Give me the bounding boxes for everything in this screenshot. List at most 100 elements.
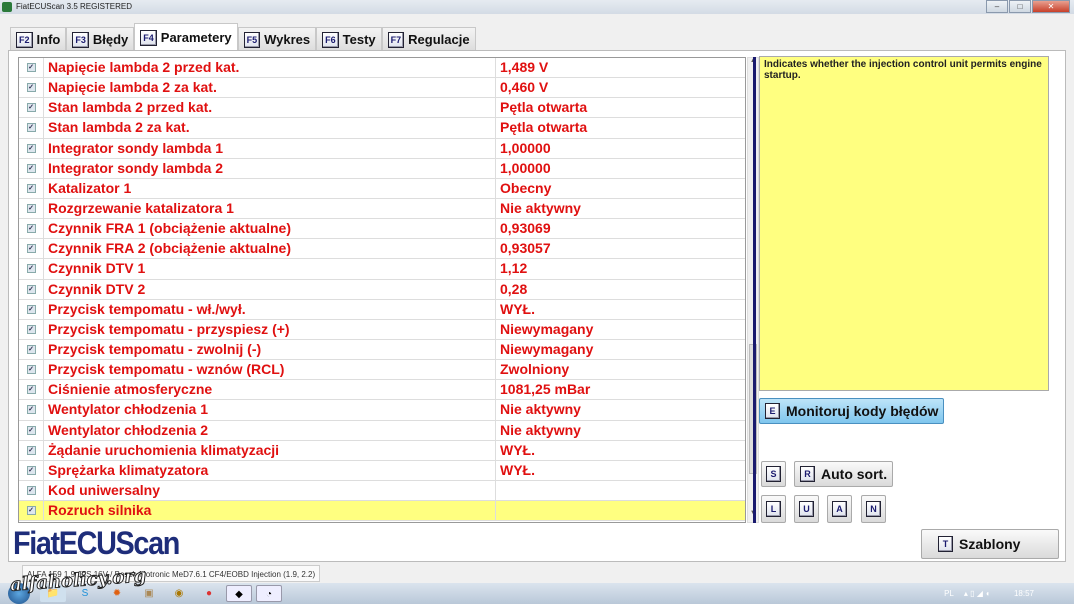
main-panel: ✓ Napięcie lambda 2 przed kat. 1,489 V ✓ Nap… <box>8 50 1066 562</box>
minimize-button[interactable]: – <box>986 0 1008 13</box>
table-row[interactable]: ✓ Przycisk tempomatu - wł./wył. WYŁ. <box>19 299 745 320</box>
table-row[interactable]: ✓ Stan lambda 2 przed kat. Pętla otwarta <box>19 98 745 119</box>
parameter-value: Niewymagany <box>500 340 594 357</box>
table-row[interactable]: ✓ Żądanie uruchomienia klimatyzacji WYŁ. <box>19 440 745 461</box>
parameter-table: ✓ Napięcie lambda 2 przed kat. 1,489 V ✓ Nap… <box>18 57 746 523</box>
monitor-error-codes-button[interactable]: E Monitoruj kody błędów <box>759 398 945 424</box>
table-row[interactable]: ✓ Stan lambda 2 za kat. Pętla otwarta <box>19 118 745 139</box>
tab-testy[interactable]: F6 Testy <box>316 27 382 51</box>
table-row[interactable]: ✓ Wentylator chłodzenia 2 Nie aktywny <box>19 420 745 441</box>
tab-parametery[interactable]: F4 Parametery <box>134 23 238 51</box>
parameter-name: Napięcie lambda 2 przed kat. <box>44 58 496 78</box>
row-checkbox[interactable]: ✓ <box>19 460 44 480</box>
table-row[interactable]: ✓ Przycisk tempomatu - zwolnij (-) Niewyma… <box>19 339 745 361</box>
row-checkbox[interactable]: ✓ <box>19 400 44 420</box>
table-row[interactable]: ✓ Czynnik FRA 1 (obciążenie aktualne) 0,93… <box>19 219 745 240</box>
chart-app-icon[interactable]: ◔ <box>256 585 282 602</box>
row-checkbox[interactable]: ✓ <box>19 98 44 118</box>
row-checkbox[interactable]: ✓ <box>19 299 44 319</box>
a-button[interactable]: A <box>827 495 852 523</box>
key-hint: F5 <box>243 31 261 48</box>
row-checkbox[interactable]: ✓ <box>19 339 44 360</box>
language-indicator[interactable]: PL <box>944 583 954 604</box>
check-icon: ✓ <box>26 304 36 314</box>
table-row[interactable]: ✓ Sprężarka klimatyzatora WYŁ. <box>19 460 745 481</box>
row-checkbox[interactable]: ✓ <box>19 198 44 219</box>
parameter-value: Niewymagany <box>500 320 594 337</box>
parameter-value: WYŁ. <box>500 300 535 317</box>
key-hint: F2 <box>16 31 33 48</box>
row-checkbox[interactable]: ✓ <box>19 219 44 239</box>
parameter-name: Ciśnienie atmosferyczne <box>44 380 496 400</box>
parameter-name: Wentylator chłodzenia 2 <box>44 420 496 440</box>
maximize-button[interactable]: □ <box>1009 0 1031 13</box>
tab-info[interactable]: F2 Info <box>10 27 67 51</box>
row-checkbox[interactable]: ✓ <box>19 158 44 178</box>
s-button[interactable]: S <box>761 461 786 487</box>
table-row[interactable]: ✓ Rozgrzewanie katalizatora 1 Nie aktywny <box>19 198 745 220</box>
check-icon: ✓ <box>26 83 36 93</box>
parameter-name: Rozruch silnika <box>44 501 496 521</box>
table-row[interactable]: ✓ Rozruch silnika <box>19 501 745 522</box>
tab-wykres[interactable]: F5 Wykres <box>237 27 317 51</box>
button-label: Szablony <box>959 536 1021 552</box>
templates-button[interactable]: T Szablony <box>921 529 1059 559</box>
row-checkbox[interactable]: ✓ <box>19 420 44 440</box>
check-icon: ✓ <box>26 284 36 294</box>
table-row[interactable]: ✓ Ciśnienie atmosferyczne 1081,25 mBar <box>19 380 745 401</box>
table-row[interactable]: ✓ Napięcie lambda 2 za kat. 0,460 V <box>19 78 745 99</box>
row-checkbox[interactable]: ✓ <box>19 118 44 138</box>
parameter-name: Czynnik DTV 1 <box>44 259 496 279</box>
splitter[interactable] <box>753 57 756 523</box>
table-row[interactable]: ✓ Przycisk tempomatu - przyspiesz (+) Niew… <box>19 319 745 340</box>
clock[interactable]: 18:57 <box>1014 583 1034 604</box>
app-icon[interactable]: ▣ <box>136 585 162 602</box>
row-checkbox[interactable]: ✓ <box>19 319 44 339</box>
media-icon[interactable]: ◉ <box>166 585 192 602</box>
table-row[interactable]: ✓ Integrator sondy lambda 2 1,00000 <box>19 158 745 179</box>
n-button[interactable]: N <box>861 495 886 523</box>
tab-błędy[interactable]: F3 Błędy <box>66 27 135 51</box>
table-row[interactable]: ✓ Czynnik DTV 2 0,28 <box>19 279 745 300</box>
row-checkbox[interactable]: ✓ <box>19 360 44 380</box>
row-checkbox[interactable]: ✓ <box>19 380 44 400</box>
row-checkbox[interactable]: ✓ <box>19 178 44 198</box>
row-checkbox[interactable]: ✓ <box>19 440 44 460</box>
check-icon: ✓ <box>26 123 36 133</box>
close-button[interactable]: ✕ <box>1032 0 1070 13</box>
table-row[interactable]: ✓ Przycisk tempomatu - wznów (RCL) Zwolnio… <box>19 360 745 381</box>
row-checkbox[interactable]: ✓ <box>19 239 44 259</box>
row-checkbox[interactable]: ✓ <box>19 279 44 299</box>
key-hint: L <box>766 501 781 517</box>
table-row[interactable]: ✓ Kod uniwersalny <box>19 480 745 502</box>
chrome-icon[interactable]: ● <box>196 585 222 602</box>
app-icon <box>2 2 12 12</box>
row-checkbox[interactable]: ✓ <box>19 138 44 158</box>
window-title: FiatECUScan 3.5 REGISTERED <box>16 2 133 11</box>
parameter-value <box>496 481 745 500</box>
row-checkbox[interactable]: ✓ <box>19 58 44 78</box>
key-hint: T <box>938 536 953 552</box>
check-icon: ✓ <box>26 425 36 435</box>
parameter-value: Pętla otwarta <box>500 99 588 116</box>
u-button[interactable]: U <box>794 495 819 523</box>
table-row[interactable]: ✓ Napięcie lambda 2 przed kat. 1,489 V <box>19 58 745 79</box>
button-label: Auto sort. <box>821 466 888 482</box>
table-row[interactable]: ✓ Integrator sondy lambda 1 1,00000 <box>19 138 745 159</box>
row-checkbox[interactable]: ✓ <box>19 78 44 98</box>
tray-icons[interactable]: ▴ ▯ ◢ ◖ <box>964 583 990 604</box>
check-icon: ✓ <box>26 224 36 234</box>
l-button[interactable]: L <box>761 495 786 523</box>
tab-regulacje[interactable]: F7 Regulacje <box>381 27 476 51</box>
auto-sort-button[interactable]: R Auto sort. <box>794 461 894 487</box>
row-checkbox[interactable]: ✓ <box>19 501 44 521</box>
row-checkbox[interactable]: ✓ <box>19 259 44 279</box>
table-row[interactable]: ✓ Czynnik FRA 2 (obciążenie aktualne) 0,93… <box>19 239 745 260</box>
check-icon: ✓ <box>26 143 36 153</box>
fiatecuscan-task-icon[interactable]: ◆ <box>226 585 252 602</box>
table-row[interactable]: ✓ Katalizator 1 Obecny <box>19 178 745 199</box>
row-checkbox[interactable]: ✓ <box>19 480 44 501</box>
table-row[interactable]: ✓ Wentylator chłodzenia 1 Nie aktywny <box>19 400 745 421</box>
check-icon: ✓ <box>26 465 36 475</box>
table-row[interactable]: ✓ Czynnik DTV 1 1,12 <box>19 259 745 280</box>
